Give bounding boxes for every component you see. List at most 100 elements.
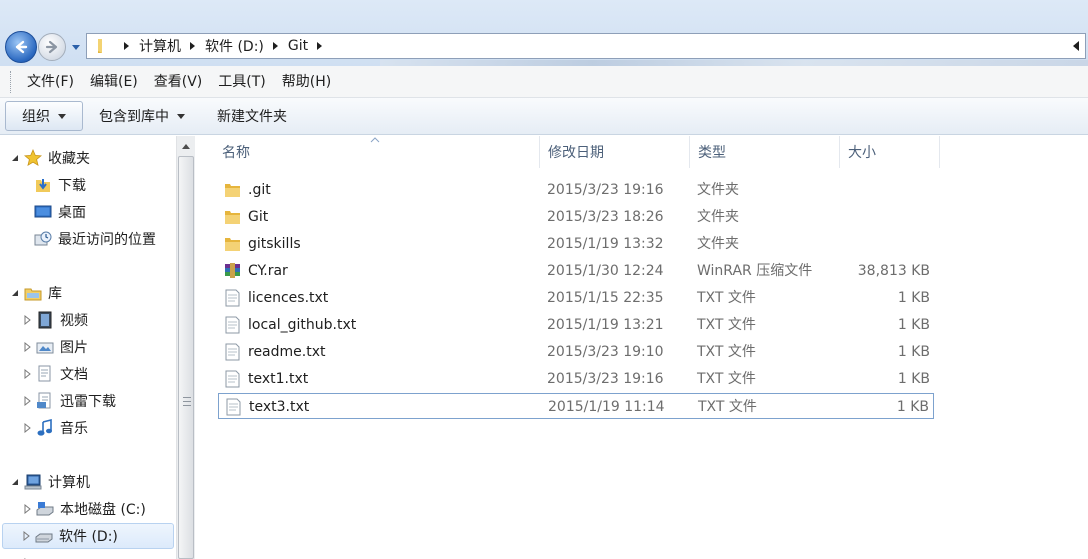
expanded-triangle-icon[interactable] <box>10 477 20 487</box>
address-bar-area: 计算机 软件 (D:) Git <box>0 0 1088 66</box>
text-file-icon <box>225 370 240 388</box>
file-row[interactable]: readme.txt 2015/3/23 19:10 TXT 文件 1 KB <box>218 339 934 365</box>
nav-label: 桌面 <box>58 205 86 221</box>
breadcrumb-arrow-icon[interactable] <box>270 41 280 51</box>
nav-label: 计算机 <box>48 475 90 491</box>
nav-label: 本地磁盘 (C:) <box>60 502 146 518</box>
folder-icon <box>225 211 240 224</box>
library-icon <box>24 288 42 301</box>
file-row[interactable]: Git 2015/3/23 18:26 文件夹 <box>218 204 934 230</box>
column-header-label: 类型 <box>698 145 726 161</box>
collapsed-triangle-icon[interactable] <box>22 504 32 514</box>
forward-button[interactable] <box>38 33 66 61</box>
breadcrumb-drive-d[interactable]: 软件 (D:) <box>205 36 264 56</box>
include-in-library-button[interactable]: 包含到库中 <box>83 101 201 131</box>
menu-help[interactable]: 帮助(H) <box>274 70 339 94</box>
breadcrumb-arrow-icon[interactable] <box>314 41 324 51</box>
nav-item-libraries[interactable]: 库 <box>10 280 62 306</box>
recent-pages-dropdown-icon[interactable] <box>70 42 82 52</box>
nav-label: 音乐 <box>60 421 88 437</box>
breadcrumb-git[interactable]: Git <box>288 38 308 54</box>
file-size: 1 KB <box>897 317 930 333</box>
file-type: WinRAR 压缩文件 <box>697 263 813 279</box>
column-header-date[interactable]: 修改日期 <box>540 136 690 168</box>
menu-view[interactable]: 查看(V) <box>146 70 211 94</box>
breadcrumb-arrow-icon[interactable] <box>187 41 197 51</box>
file-modified-date: 2015/3/23 19:16 <box>547 182 664 198</box>
file-modified-date: 2015/1/19 13:21 <box>547 317 664 333</box>
file-row[interactable]: licences.txt 2015/1/15 22:35 TXT 文件 1 KB <box>218 285 934 311</box>
downloads-folder-icon <box>36 179 50 192</box>
collapsed-triangle-icon[interactable] <box>22 396 32 406</box>
file-type: TXT 文件 <box>697 290 756 306</box>
nav-item-documents[interactable]: 文档 <box>22 361 88 387</box>
nav-label: 最近访问的位置 <box>58 232 156 248</box>
collapsed-triangle-icon[interactable] <box>22 342 32 352</box>
organize-button[interactable]: 组织 <box>5 101 83 131</box>
chevron-down-icon <box>177 113 185 119</box>
nav-item-drive-d[interactable]: 软件 (D:) <box>2 523 174 549</box>
nav-item-recent-places[interactable]: 最近访问的位置 <box>34 226 156 252</box>
nav-item-downloads[interactable]: 下载 <box>34 172 86 198</box>
include-in-library-label: 包含到库中 <box>99 109 169 125</box>
column-header-type[interactable]: 类型 <box>690 136 840 168</box>
file-name: local_github.txt <box>248 317 357 333</box>
address-history-dropdown-icon[interactable] <box>1071 40 1081 52</box>
scroll-up-button[interactable] <box>178 137 194 155</box>
menu-tools[interactable]: 工具(T) <box>210 70 273 94</box>
file-size: 1 KB <box>897 290 930 306</box>
column-header-name[interactable]: 名称 <box>214 136 540 168</box>
nav-item-next-drive-partial[interactable] <box>22 550 36 559</box>
file-row[interactable]: text1.txt 2015/3/23 19:16 TXT 文件 1 KB <box>218 366 934 392</box>
menu-grip <box>10 70 13 93</box>
folder-icon <box>225 184 240 197</box>
file-row[interactable]: gitskills 2015/1/19 13:32 文件夹 <box>218 231 934 257</box>
file-modified-date: 2015/3/23 19:10 <box>547 344 664 360</box>
nav-label: 图片 <box>60 340 88 356</box>
file-type: 文件夹 <box>697 182 739 198</box>
nav-item-pictures[interactable]: 图片 <box>22 334 88 360</box>
file-row[interactable]: .git 2015/3/23 19:16 文件夹 <box>218 177 934 203</box>
nav-item-favorites[interactable]: 收藏夹 <box>10 145 90 171</box>
nav-item-music[interactable]: 音乐 <box>22 415 88 441</box>
computer-icon <box>24 474 42 490</box>
file-row[interactable]: text3.txt 2015/1/19 11:14 TXT 文件 1 KB <box>218 393 934 419</box>
folder-icon <box>98 39 102 53</box>
nav-item-drive-c[interactable]: 本地磁盘 (C:) <box>22 496 146 522</box>
nav-item-thunder-downloads[interactable]: 迅雷下载 <box>22 388 116 414</box>
expanded-triangle-icon[interactable] <box>10 153 20 163</box>
file-modified-date: 2015/1/30 12:24 <box>547 263 664 279</box>
new-folder-button[interactable]: 新建文件夹 <box>201 101 303 131</box>
expanded-triangle-icon[interactable] <box>10 288 20 298</box>
video-library-icon <box>38 311 52 329</box>
back-button[interactable] <box>5 31 37 63</box>
file-row[interactable]: CY.rar 2015/1/30 12:24 WinRAR 压缩文件 38,813 K… <box>218 258 934 284</box>
column-header-label: 大小 <box>848 145 876 161</box>
winrar-archive-icon <box>225 263 240 278</box>
collapsed-triangle-icon[interactable] <box>22 369 32 379</box>
file-row[interactable]: local_github.txt 2015/1/19 13:21 TXT 文件 1 K… <box>218 312 934 338</box>
menu-edit[interactable]: 编辑(E) <box>82 70 146 94</box>
collapsed-triangle-icon[interactable] <box>21 531 31 541</box>
file-size: 1 KB <box>897 344 930 360</box>
nav-item-videos[interactable]: 视频 <box>22 307 88 333</box>
breadcrumb-computer[interactable]: 计算机 <box>139 36 181 56</box>
column-header-size[interactable]: 大小 <box>840 136 940 168</box>
file-name: gitskills <box>248 236 301 252</box>
file-list: 名称 修改日期 类型 大小 .git 2015/3/23 19:16 文件夹 Git 2… <box>196 136 1088 559</box>
scroll-thumb[interactable] <box>178 156 194 559</box>
nav-item-desktop[interactable]: 桌面 <box>34 199 86 225</box>
file-type: TXT 文件 <box>697 344 756 360</box>
file-modified-date: 2015/1/19 13:32 <box>547 236 664 252</box>
collapsed-triangle-icon[interactable] <box>22 423 32 433</box>
nav-item-computer[interactable]: 计算机 <box>10 469 90 495</box>
back-arrow-icon <box>15 40 28 54</box>
text-file-icon <box>226 398 241 416</box>
navigation-scrollbar[interactable] <box>176 136 195 559</box>
menu-file[interactable]: 文件(F) <box>19 70 82 94</box>
file-name: .git <box>248 182 271 198</box>
breadcrumb-arrow-icon[interactable] <box>121 41 131 51</box>
file-type: 文件夹 <box>697 209 739 225</box>
address-bar[interactable]: 计算机 软件 (D:) Git <box>86 33 1086 59</box>
collapsed-triangle-icon[interactable] <box>22 315 32 325</box>
